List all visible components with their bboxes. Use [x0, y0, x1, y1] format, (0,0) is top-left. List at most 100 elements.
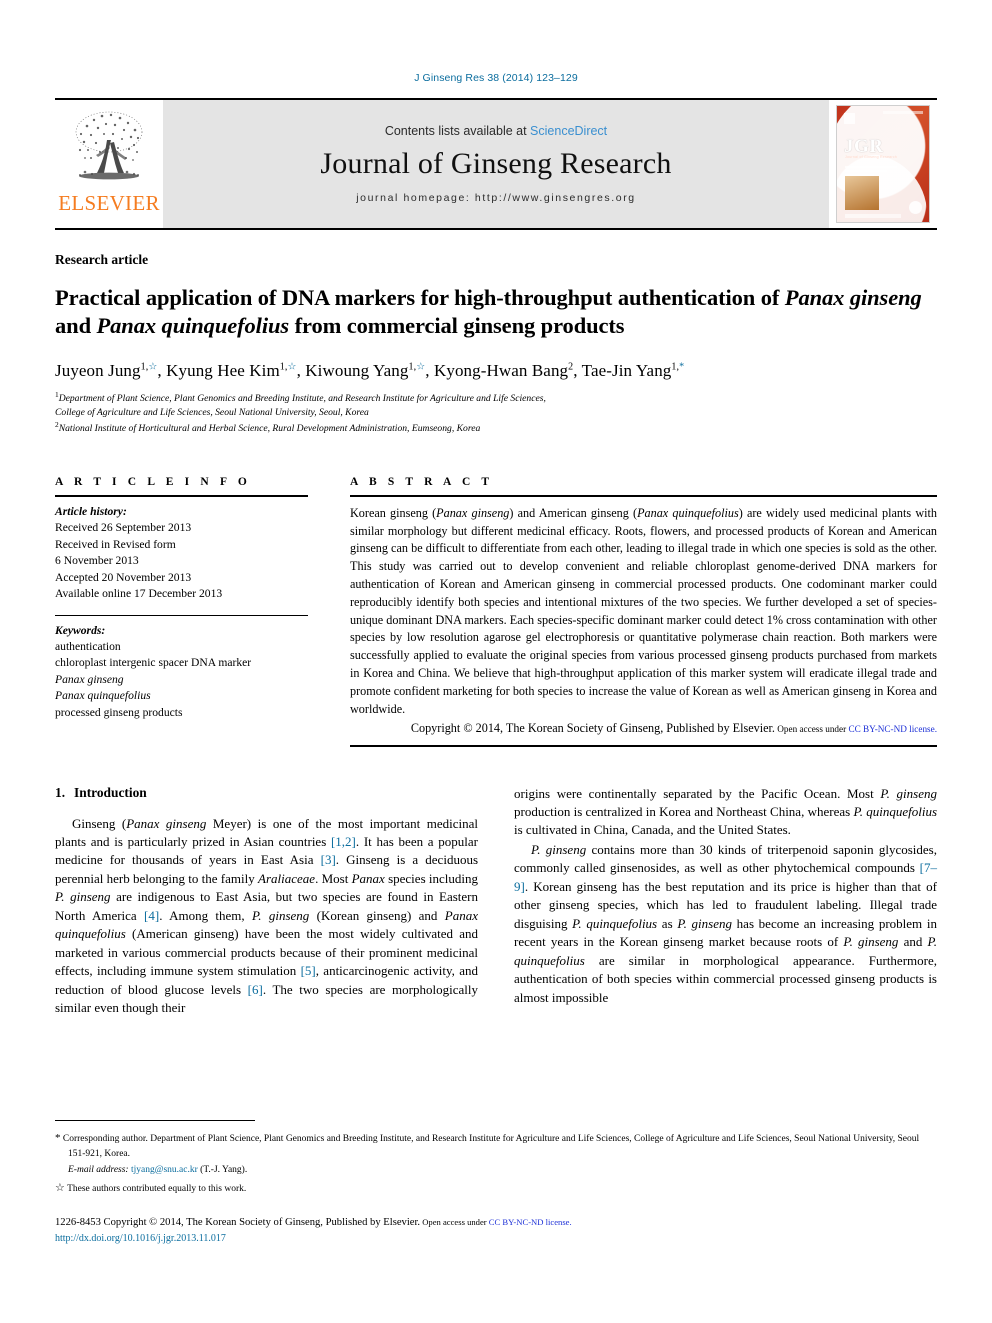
- affiliation-marker: 1: [55, 389, 59, 399]
- elsevier-logo: ELSEVIER: [55, 100, 163, 228]
- article-history-item: 6 November 2013: [55, 554, 139, 568]
- section-title: Introduction: [74, 784, 147, 800]
- cover-society-badge: [909, 201, 922, 214]
- footnote-block: * Corresponding author. Department of Pl…: [55, 1120, 937, 1196]
- info-abstract-row: A R T I C L E I N F O Article history: R…: [55, 476, 937, 747]
- title-species-name: Panax: [784, 285, 845, 310]
- contents-available-line: Contents lists available at ScienceDirec…: [385, 124, 607, 138]
- cover-root-photo: [845, 176, 879, 210]
- author-name: Juyeon Jung: [55, 360, 141, 380]
- right-column-paragraphs: origins were continentally separated by …: [514, 785, 937, 1007]
- species-name: P. ginseng: [531, 841, 587, 857]
- text-run: as: [657, 915, 678, 931]
- species-name: P. ginseng: [252, 907, 310, 923]
- contents-prefix: Contents lists available at: [384, 124, 531, 138]
- abstract-run: ) and American ginseng (: [509, 505, 638, 520]
- text-run: and: [898, 934, 928, 950]
- article-history-items: Received 26 September 2013 Received in Re…: [55, 520, 308, 602]
- abstract-column: A B S T R A C T Korean ginseng (Panax gi…: [350, 476, 937, 747]
- body-paragraph: origins were continentally separated by …: [514, 785, 937, 840]
- species-name: P. ginseng: [880, 785, 937, 801]
- article-type: Research article: [55, 252, 149, 267]
- author-list: Juyeon Jung1,☆, Kyung Hee Kim1,☆, Kiwoun…: [55, 360, 685, 380]
- sciencedirect-link[interactable]: ScienceDirect: [530, 124, 607, 138]
- title-text: from commercial ginseng products: [289, 313, 625, 339]
- title-species-name: Panax quinquefolius: [96, 313, 290, 339]
- cover-top-bar: [883, 111, 923, 114]
- article-info-rule: [55, 494, 308, 497]
- email-note: E-mail address: tjyang@snu.ac.kr (T.-J. …: [55, 1163, 937, 1177]
- cover-subtitle: Journal of Ginseng Research: [845, 155, 897, 159]
- author-affiliation-marker: 2: [568, 361, 574, 373]
- species-name: P. quinquefolius: [853, 803, 938, 819]
- corresponding-note-line: * Corresponding author. Department of Pl…: [55, 1130, 937, 1161]
- citation-link[interactable]: [4]: [144, 908, 159, 923]
- author-name: Tae-Jin Yang: [581, 360, 672, 380]
- citation-link[interactable]: [5]: [301, 963, 316, 978]
- species-name: P. quinquefolius: [572, 915, 658, 931]
- footer-open-access-label: Open access under: [420, 1217, 489, 1227]
- article-history-item: Received 26 September 2013: [55, 521, 192, 535]
- corresponding-star: *: [55, 1132, 61, 1144]
- article-body: Research article Practical application o…: [55, 252, 937, 1019]
- text-run: production is centralized in Korea and N…: [514, 803, 854, 819]
- affiliation-marker: 2: [55, 419, 59, 429]
- abstract-run: ) are widely used medicinal plants with …: [350, 505, 937, 716]
- title-text: and: [55, 313, 97, 339]
- cc-license-link[interactable]: CC BY-NC-ND license.: [848, 724, 937, 734]
- author-name: Kyung Hee Kim: [166, 360, 280, 380]
- corresponding-author-note: * Corresponding author. Department of Pl…: [55, 1130, 937, 1161]
- footer-license-link[interactable]: CC BY-NC-ND license.: [489, 1217, 572, 1227]
- abstract-rule: [350, 494, 937, 497]
- species-name: P. ginseng: [55, 889, 111, 905]
- corresponding-text: Corresponding author. Department of Plan…: [62, 1134, 920, 1159]
- equal-contribution-note: ☆ These authors contributed equally to t…: [55, 1180, 937, 1197]
- keyword-item: Panax ginseng: [55, 672, 124, 686]
- journal-masthead: ELSEVIER Contents lists available at Sci…: [55, 98, 937, 230]
- article-history-item: Accepted 20 November 2013: [55, 570, 192, 584]
- body-column-right: origins were continentally separated by …: [514, 785, 937, 1019]
- journal-cover-thumbnail: JGR Journal of Ginseng Research: [829, 100, 937, 228]
- text-run: is cultivated in China, Canada, and the …: [514, 822, 791, 838]
- text-run: . Most: [315, 870, 352, 886]
- citation-link[interactable]: [1,2]: [331, 834, 356, 849]
- journal-homepage-link[interactable]: journal homepage: http://www.ginsengres.…: [356, 192, 636, 204]
- citation-link[interactable]: [6]: [248, 982, 263, 997]
- species-name: Araliaceae: [258, 870, 316, 886]
- keywords-label: Keywords:: [55, 623, 106, 637]
- journal-title: Journal of Ginseng Research: [320, 147, 672, 180]
- citation-link[interactable]: [3]: [321, 852, 336, 867]
- species-name: P. ginseng: [843, 934, 899, 950]
- author-name: Kyong-Hwan Bang: [433, 360, 569, 380]
- author-affiliation-marker: 1,☆: [279, 361, 297, 373]
- species-name: Panax: [351, 870, 385, 886]
- keyword-item: authentication: [55, 639, 121, 653]
- doi-link[interactable]: http://dx.doi.org/10.1016/j.jgr.2013.11.…: [55, 1231, 937, 1246]
- affiliation-line: 2National Institute of Horticultural and…: [55, 419, 481, 434]
- author-name: Kiwoung Yang: [305, 360, 409, 380]
- equal-contribution-star: ☆: [55, 1181, 65, 1194]
- keyword-items: authentication chloroplast intergenic spa…: [55, 639, 308, 721]
- cover-logo-box: [844, 113, 855, 124]
- left-column-paragraphs: Ginseng (Panax ginseng Meyer) is one of …: [55, 815, 478, 1018]
- text-run: species including: [384, 870, 478, 886]
- text-run: origins were continentally separated by …: [514, 785, 881, 801]
- email-owner: (T.-J. Yang).: [200, 1165, 248, 1176]
- keyword-item: Panax quinquefolius: [55, 689, 151, 703]
- section-heading-introduction: 1. Introduction: [55, 785, 478, 801]
- cover-image: JGR Journal of Ginseng Research: [836, 105, 930, 223]
- footer-copyright-block: 1226-8453 Copyright © 2014, The Korean S…: [55, 1215, 937, 1246]
- abstract-heading: A B S T R A C T: [350, 475, 494, 488]
- species-name: P. ginseng: [677, 915, 732, 931]
- equal-note-line: ☆ These authors contributed equally to t…: [55, 1180, 937, 1197]
- article-history-item: Received in Revised form: [55, 537, 176, 551]
- affiliation-list: 1Department of Plant Science, Plant Geno…: [55, 390, 937, 436]
- keywords-rule: [55, 614, 308, 616]
- keyword-item: processed ginseng products: [55, 705, 183, 719]
- email-link[interactable]: tjyang@snu.ac.kr: [131, 1165, 198, 1175]
- body-column-left: 1. Introduction Ginseng (Panax ginseng Me…: [55, 785, 478, 1019]
- keywords-block: Keywords: authentication chloroplast inte…: [55, 623, 308, 722]
- article-history: Article history: Received 26 September 2…: [55, 504, 308, 603]
- text-run: . Among them,: [159, 907, 252, 923]
- author-affiliation-marker: 1,☆: [408, 361, 426, 373]
